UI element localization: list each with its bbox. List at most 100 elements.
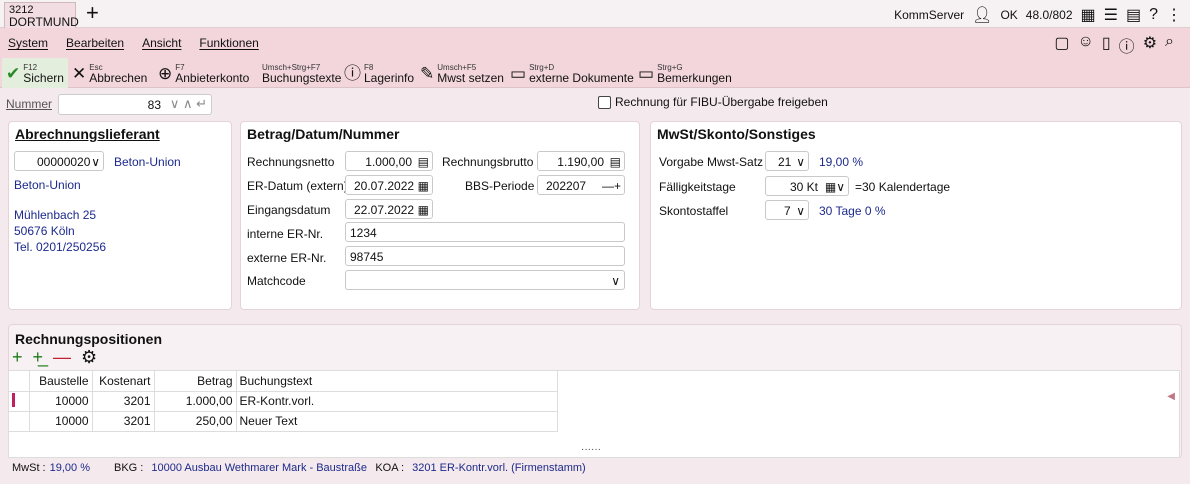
info-icon[interactable]: ⓘ — [1119, 33, 1135, 57]
bemerkungen-button[interactable]: ▭ Strg+G Bemerkungen — [638, 58, 732, 88]
lagerinfo-button[interactable]: ⓘ F8 Lagerinfo — [344, 58, 414, 88]
col-buchungstext[interactable]: Buchungstext — [236, 371, 558, 392]
list-icon[interactable]: ☰ — [1104, 5, 1118, 25]
cell-baustelle[interactable]: 10000 — [29, 391, 93, 412]
mwst-setzen-label: Mwst setzen — [437, 71, 504, 85]
cancel-label: Abbrechen — [89, 71, 148, 85]
add-sub-row-icon[interactable]: +̲ — [33, 347, 44, 367]
eingang-input[interactable]: 22.07.2022 ▦ — [345, 199, 433, 219]
card-icon[interactable]: ▢ — [1054, 33, 1069, 57]
skonto-note: 30 Tage 0 % — [819, 204, 886, 218]
row-marker-header — [9, 371, 30, 392]
vorgabe-label: Vorgabe Mwst-Satz — [659, 155, 764, 169]
buchungstexte-button[interactable]: Umsch+Strg+F7 Buchungstexte — [262, 58, 341, 88]
intern-input[interactable]: 1234 — [345, 222, 625, 242]
user-icon[interactable]: 👤︎ — [972, 5, 992, 25]
extern-input[interactable]: 98745 — [345, 246, 625, 266]
erdatum-input[interactable]: 20.07.2022 ▦ — [345, 175, 433, 195]
positions-title: Rechnungspositionen — [15, 331, 162, 347]
netto-label: Rechnungsnetto — [247, 155, 335, 169]
supplier-name: Beton-Union — [14, 178, 81, 192]
cell-buchungstext[interactable]: Neuer Text — [236, 411, 558, 432]
mwst-panel: MwSt/Skonto/Sonstiges Vorgabe Mwst-Satz … — [650, 121, 1182, 310]
bbs-value: 202207 — [546, 179, 587, 193]
dots-icon[interactable]: ⋮ — [1166, 5, 1182, 25]
fibu-checkbox-label: Rechnung für FIBU-Übergabe freigeben — [615, 95, 828, 109]
supplier-code-select[interactable]: 00000020 ∨ — [14, 151, 104, 171]
remove-row-icon[interactable]: — — [53, 347, 71, 367]
calendar-icon[interactable]: ▦ — [1081, 5, 1096, 25]
status-koa-label: KOA : — [375, 462, 405, 474]
externe-dokumente-label: externe Dokumente — [529, 71, 634, 85]
bbs-input[interactable]: 202207 —+ — [537, 175, 625, 195]
nummer-nav-icons[interactable]: ∨ ∧ ↵ — [170, 96, 207, 112]
supplier-street: Mühlenbach 25 — [14, 208, 97, 222]
cell-buchungstext[interactable]: ER-Kontr.vorl. — [236, 391, 558, 412]
add-row-icon[interactable]: + — [12, 347, 23, 367]
gear-icon[interactable]: ⚙ — [1143, 33, 1157, 57]
skonto-select[interactable]: 7 ∨ — [765, 200, 809, 220]
fibu-checkbox-box[interactable] — [598, 95, 611, 109]
cell-kostenart[interactable]: 3201 — [92, 411, 155, 432]
col-betrag[interactable]: Betrag — [154, 371, 237, 392]
table-row[interactable]: 10000 3201 1.000,00 ER-Kontr.vorl. — [9, 391, 558, 412]
note-icon: ▭ — [638, 63, 655, 83]
calculator-icon[interactable]: ▤ — [1126, 5, 1141, 25]
cell-betrag[interactable]: 250,00 — [154, 411, 237, 432]
cell-kostenart[interactable]: 3201 — [92, 391, 155, 412]
netto-input[interactable]: 1.000,00 ▤ — [345, 151, 433, 171]
brutto-input[interactable]: 1.190,00 ▤ — [537, 151, 625, 171]
cell-betrag[interactable]: 1.000,00 — [154, 391, 237, 412]
menu-ansicht[interactable]: Ansicht — [142, 36, 181, 50]
bbs-label: BBS-Periode — [465, 179, 535, 193]
document-tab[interactable]: 3212 DORTMUND — [4, 2, 79, 29]
search-icon[interactable]: ⌕ — [1165, 33, 1174, 57]
fibu-checkbox[interactable]: Rechnung für FIBU-Übergabe freigeben — [598, 95, 828, 109]
cell-baustelle[interactable]: 10000 — [29, 411, 93, 432]
server-status: OK — [1000, 8, 1018, 22]
resize-handle[interactable]: ······ — [581, 444, 601, 455]
save-button[interactable]: ✔ F12 Sichern — [2, 58, 68, 88]
faellig-input[interactable]: 30 Kt ▦∨ — [765, 176, 849, 196]
cancel-button[interactable]: ✕ Esc Abbrechen — [72, 58, 147, 88]
chevron-down-icon: ∨ — [611, 274, 620, 288]
calculator-icon[interactable]: ▤ — [610, 155, 621, 169]
col-baustelle[interactable]: Baustelle — [29, 371, 93, 392]
pencil-icon: ✎ — [420, 63, 435, 83]
calendar-icon[interactable]: ▦ — [418, 179, 429, 193]
stepper-icon[interactable]: —+ — [602, 179, 621, 193]
externe-dokumente-button[interactable]: ▭ Strg+D externe Dokumente — [510, 58, 634, 88]
status-mwst: 19,00 % — [49, 462, 90, 474]
erdatum-label: ER-Datum (extern) — [247, 179, 348, 193]
anbieterkonto-label: Anbieterkonto — [175, 71, 250, 85]
mwst-setzen-button[interactable]: ✎ Umsch+F5 Mwst setzen — [420, 58, 504, 88]
nummer-input[interactable]: 83 ∨ ∧ ↵ — [58, 94, 212, 115]
calendar-icon[interactable]: ▦ — [418, 203, 429, 217]
nummer-label: Nummer — [6, 97, 53, 111]
anbieterkonto-button[interactable]: ⊕ F7 Anbieterkonto — [158, 58, 249, 88]
record-count: 48.0/802 — [1025, 8, 1073, 22]
top-status: KommServer 👤︎ OK 48.0/802 ▦ ☰ ▤ ? ⋮ — [894, 5, 1182, 25]
calendar-chevron-icon[interactable]: ▦∨ — [825, 180, 845, 194]
menu-bearbeiten[interactable]: Bearbeiten — [66, 36, 124, 50]
menu-bar: System Bearbeiten Ansicht Funktionen — [0, 28, 1190, 58]
document-icon: ▭ — [510, 63, 527, 83]
intern-value: 1234 — [350, 226, 377, 240]
supplier-phone: Tel. 0201/250256 — [14, 240, 107, 254]
col-kostenart[interactable]: Kostenart — [92, 371, 155, 392]
users-icon[interactable]: ☺ — [1078, 33, 1094, 57]
toolbar: ✔ F12 Sichern ✕ Esc Abbrechen ⊕ F7 Anbieter… — [0, 58, 1190, 88]
positions-toolbar: + +̲ — ⚙ — [12, 347, 97, 367]
help-icon[interactable]: ? — [1149, 6, 1158, 24]
vorgabe-select[interactable]: 21 ∨ — [765, 151, 809, 171]
menu-system[interactable]: System — [8, 36, 48, 50]
gear-icon[interactable]: ⚙ — [81, 347, 97, 367]
chevron-down-icon: ∨ — [91, 155, 100, 169]
table-row[interactable]: 10000 3201 250,00 Neuer Text — [9, 411, 558, 432]
calculator-icon[interactable]: ▤ — [418, 155, 429, 169]
matchcode-select[interactable]: ∨ — [345, 270, 625, 290]
menu-funktionen[interactable]: Funktionen — [199, 36, 258, 50]
info-icon: ⓘ — [344, 63, 361, 83]
page-icon[interactable]: ▯ — [1102, 33, 1111, 57]
new-tab-icon[interactable]: + — [86, 2, 99, 24]
